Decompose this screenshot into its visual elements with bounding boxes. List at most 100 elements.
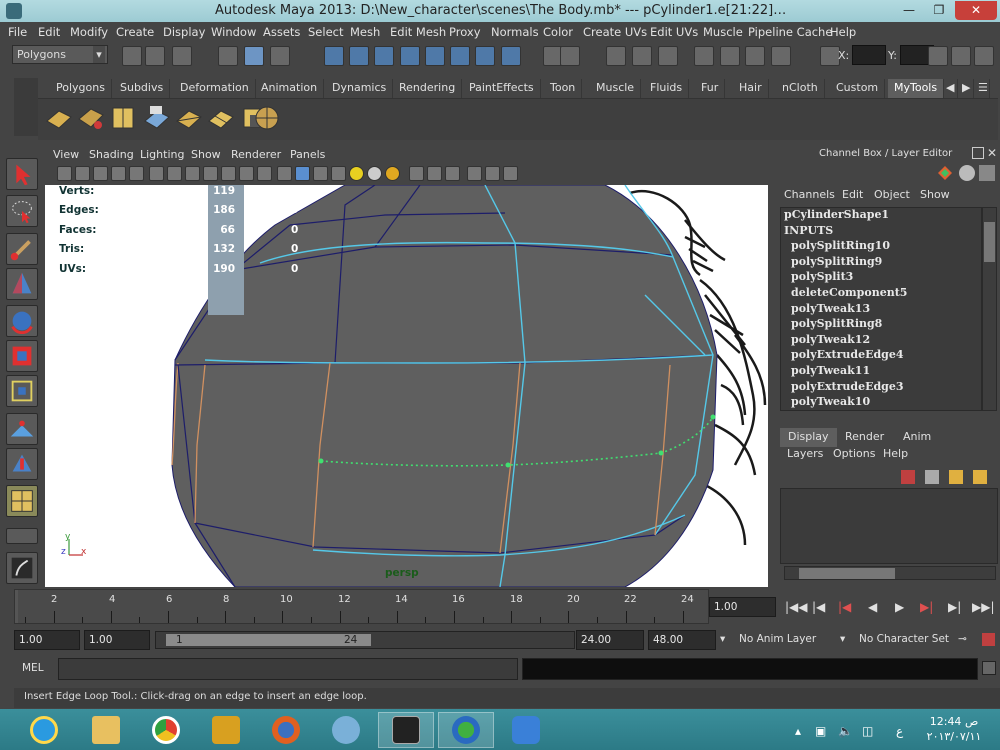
history-item[interactable]: polySplitRing8 (781, 317, 981, 333)
menu-edit-mesh[interactable]: Edit Mesh (390, 25, 446, 39)
layout-single-pane-icon[interactable] (6, 528, 38, 544)
select-by-hierarchy-icon[interactable] (218, 46, 238, 66)
history-item[interactable]: polySplitRing10 (781, 239, 981, 255)
select-deform-mask-icon[interactable] (425, 46, 445, 66)
viewport-menu-show[interactable]: Show (191, 148, 221, 161)
shelf-handle[interactable] (14, 78, 38, 136)
snap-to-point-icon[interactable] (658, 46, 678, 66)
shadows-icon[interactable] (367, 166, 382, 181)
close-button[interactable]: ✕ (955, 1, 997, 20)
rotate-tool-icon[interactable] (6, 305, 38, 337)
use-all-lights-icon[interactable] (349, 166, 364, 181)
select-curve-mask-icon[interactable] (374, 46, 394, 66)
menu-edit-uvs[interactable]: Edit UVs (650, 25, 698, 39)
tab-animation[interactable]: Animation (255, 79, 325, 98)
command-language-label[interactable]: MEL (22, 662, 44, 674)
render-settings-icon[interactable] (771, 46, 791, 66)
menu-proxy[interactable]: Proxy (449, 25, 481, 39)
new-scene-icon[interactable] (122, 46, 142, 66)
xray-icon[interactable] (427, 166, 442, 181)
share-icon[interactable] (503, 166, 518, 181)
tab-rendering[interactable]: Rendering (393, 79, 463, 98)
anim-start-field[interactable]: 1.00 (14, 630, 80, 650)
network-icon[interactable]: ◫ (862, 724, 873, 738)
image-plane-icon[interactable] (111, 166, 126, 181)
character-set-select[interactable]: No Character Set (859, 633, 949, 645)
tab-dynamics[interactable]: Dynamics (326, 79, 394, 98)
winamp-icon[interactable] (198, 712, 254, 748)
highlight-selection-icon[interactable] (560, 46, 580, 66)
menu-create[interactable]: Create (116, 25, 154, 39)
channel-menu-channels[interactable]: Channels (784, 188, 835, 201)
tab-polygons[interactable]: Polygons (50, 79, 112, 98)
tool-settings-icon[interactable] (951, 46, 971, 66)
safe-action-icon[interactable] (239, 166, 254, 181)
range-slider-handle[interactable] (166, 634, 371, 646)
input-language-indicator[interactable]: ع (896, 724, 903, 738)
shelf-menu-icon[interactable]: ☰ (976, 79, 990, 98)
save-scene-icon[interactable] (172, 46, 192, 66)
camera-attributes-icon[interactable] (75, 166, 90, 181)
chevron-down-icon[interactable]: ▾ (840, 633, 845, 645)
wireframe-icon[interactable] (277, 166, 292, 181)
move-tool-icon[interactable] (6, 268, 38, 300)
tab-muscle[interactable]: Muscle (590, 79, 642, 98)
auto-key-icon[interactable]: ⊸ (958, 633, 967, 645)
range-slider[interactable]: 1 24 (155, 631, 575, 649)
new-layer-icon[interactable] (949, 470, 963, 484)
anim-end-field[interactable]: 48.00 (648, 630, 716, 650)
menu-assets[interactable]: Assets (263, 25, 300, 39)
messenger-icon[interactable] (498, 712, 554, 748)
xray-joints-icon[interactable] (445, 166, 460, 181)
resolution-gate-icon[interactable] (185, 166, 200, 181)
menu-help[interactable]: Help (830, 25, 856, 39)
animation-preferences-icon[interactable] (982, 633, 995, 646)
anim-layer-select[interactable]: No Anim Layer (739, 633, 816, 645)
file-explorer-icon[interactable] (78, 712, 134, 748)
shelf-tool-1-icon[interactable] (44, 103, 74, 133)
menu-mesh[interactable]: Mesh (350, 25, 380, 39)
channel-menu-edit[interactable]: Edit (842, 188, 863, 201)
tab-mytools[interactable]: MyTools (888, 79, 945, 98)
textured-icon[interactable] (331, 166, 346, 181)
show-manipulator-icon[interactable] (6, 448, 38, 480)
history-item[interactable]: polyExtrudeEdge3 (781, 380, 981, 396)
select-surface-mask-icon[interactable] (400, 46, 420, 66)
download-manager-icon[interactable] (438, 712, 494, 748)
menu-set-select[interactable]: Polygons ▾ (12, 45, 108, 64)
last-tool-used-icon[interactable] (6, 552, 38, 584)
select-misc-mask-icon[interactable] (501, 46, 521, 66)
viewport-menu-view[interactable]: View (53, 148, 79, 161)
snap-to-curve-icon[interactable] (632, 46, 652, 66)
xray-active-components-icon[interactable] (467, 166, 482, 181)
safe-title-icon[interactable] (257, 166, 272, 181)
viewport-menu-shading[interactable]: Shading (89, 148, 134, 161)
layer-menu-options[interactable]: Options (833, 447, 875, 460)
select-tool-icon[interactable] (6, 158, 38, 190)
menu-create-uvs[interactable]: Create UVs (583, 25, 647, 39)
layer-tab-display[interactable]: Display (780, 428, 837, 447)
tab-fur[interactable]: Fur (695, 79, 726, 98)
menu-muscle[interactable]: Muscle (703, 25, 743, 39)
grid-icon[interactable] (149, 166, 164, 181)
lasso-tool-icon[interactable] (6, 195, 38, 227)
2d-pan-zoom-icon[interactable] (129, 166, 144, 181)
history-item[interactable]: polyTweak10 (781, 395, 981, 410)
go-to-start-icon[interactable]: |◀◀ (785, 600, 808, 614)
attribute-editor-icon[interactable] (928, 46, 948, 66)
transform-input-icon[interactable] (820, 46, 840, 66)
scrollbar-thumb[interactable] (984, 222, 995, 262)
tab-subdivs[interactable]: Subdivs (114, 79, 171, 98)
play-backwards-icon[interactable]: ◀ (868, 600, 877, 614)
history-item[interactable]: polyTweak12 (781, 333, 981, 349)
select-render-mask-icon[interactable] (475, 46, 495, 66)
step-back-icon[interactable]: |◀ (812, 600, 825, 614)
history-item[interactable]: polySplit3 (781, 270, 981, 286)
scale-tool-icon[interactable] (6, 340, 38, 372)
maya-taskbar-icon[interactable] (378, 712, 434, 748)
show-hidden-icons-icon[interactable]: ▴ (795, 724, 801, 738)
shelf-tool-4-icon[interactable] (142, 103, 172, 133)
menu-edit[interactable]: Edit (38, 25, 60, 39)
layer-menu-help[interactable]: Help (883, 447, 908, 460)
restore-button[interactable]: ❐ (925, 1, 953, 20)
